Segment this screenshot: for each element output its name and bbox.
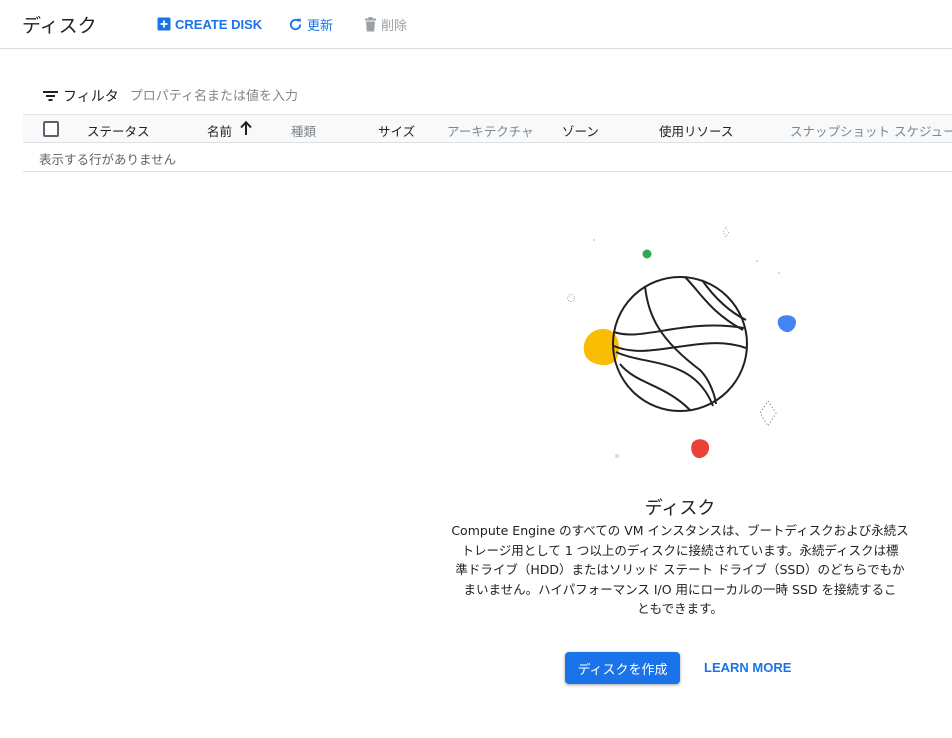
filter-input[interactable]: [129, 88, 630, 104]
column-header-size[interactable]: サイズ: [378, 121, 415, 140]
column-header-snapshot-schedule[interactable]: スナップショット スケジュール: [790, 121, 952, 140]
create-disk-primary-button[interactable]: ディスクを作成: [565, 652, 680, 684]
add-box-icon: [157, 17, 171, 31]
delete-button[interactable]: 削除: [364, 15, 408, 34]
refresh-button[interactable]: 更新: [288, 15, 334, 34]
filter-bar: フィルタ: [23, 78, 952, 114]
description-line: 準ドライブ（HDD）またはソリッド ステート ドライブ（SSD）のどちらでもか: [455, 562, 905, 577]
page-header: ディスク CREATE DISK 更新 削除: [0, 0, 952, 49]
column-header-status[interactable]: ステータス: [87, 121, 150, 140]
create-disk-label: CREATE DISK: [175, 16, 263, 32]
create-disk-button[interactable]: CREATE DISK: [157, 15, 262, 33]
filter-list-icon[interactable]: [43, 90, 58, 102]
filter-label: フィルタ: [63, 89, 119, 105]
disk-globe-illustration: [567, 226, 796, 459]
column-header-name[interactable]: 名前: [207, 121, 232, 140]
page-title: ディスク: [22, 15, 97, 37]
blue-blob: [777, 315, 796, 333]
delete-label: 削除: [381, 18, 408, 34]
globe: [612, 276, 748, 412]
select-all-checkbox[interactable]: [43, 121, 59, 137]
trash-icon: [365, 16, 376, 31]
refresh-icon: [289, 18, 302, 30]
column-header-type[interactable]: 種類: [291, 121, 316, 140]
column-header-architecture[interactable]: アーキテクチャ: [447, 121, 534, 140]
arrow-upward-icon[interactable]: [239, 120, 253, 136]
empty-state-title: ディスク: [644, 498, 716, 519]
table-header: ステータス 名前 種類 サイズ アーキテクチャ ゾーン 使用リソース スナップシ…: [23, 114, 952, 143]
description-line: まいません。ハイパフォーマンス I/O 用にローカルの一時 SSD を接続するこ: [463, 581, 897, 597]
table-empty-row: 表示する行がありません: [23, 143, 952, 172]
description-line: トレージ用として 1 つ以上のディスクに接続されています。永続ディスクは標: [461, 542, 899, 558]
description-line: ともできます。: [637, 601, 723, 616]
column-header-in-use-by[interactable]: 使用リソース: [659, 121, 733, 140]
description-line: Compute Engine のすべての VM インスタンスは、ブートディスクお…: [451, 523, 909, 538]
learn-more-link[interactable]: LEARN MORE: [704, 660, 791, 675]
red-blob: [691, 439, 710, 459]
empty-table-message: 表示する行がありません: [39, 152, 177, 167]
empty-state-description: Compute Engine のすべての VM インスタンスは、ブートディスクお…: [447, 521, 913, 619]
column-header-zone[interactable]: ゾーン: [562, 121, 599, 140]
green-dot: [642, 249, 652, 259]
refresh-label: 更新: [307, 18, 334, 34]
